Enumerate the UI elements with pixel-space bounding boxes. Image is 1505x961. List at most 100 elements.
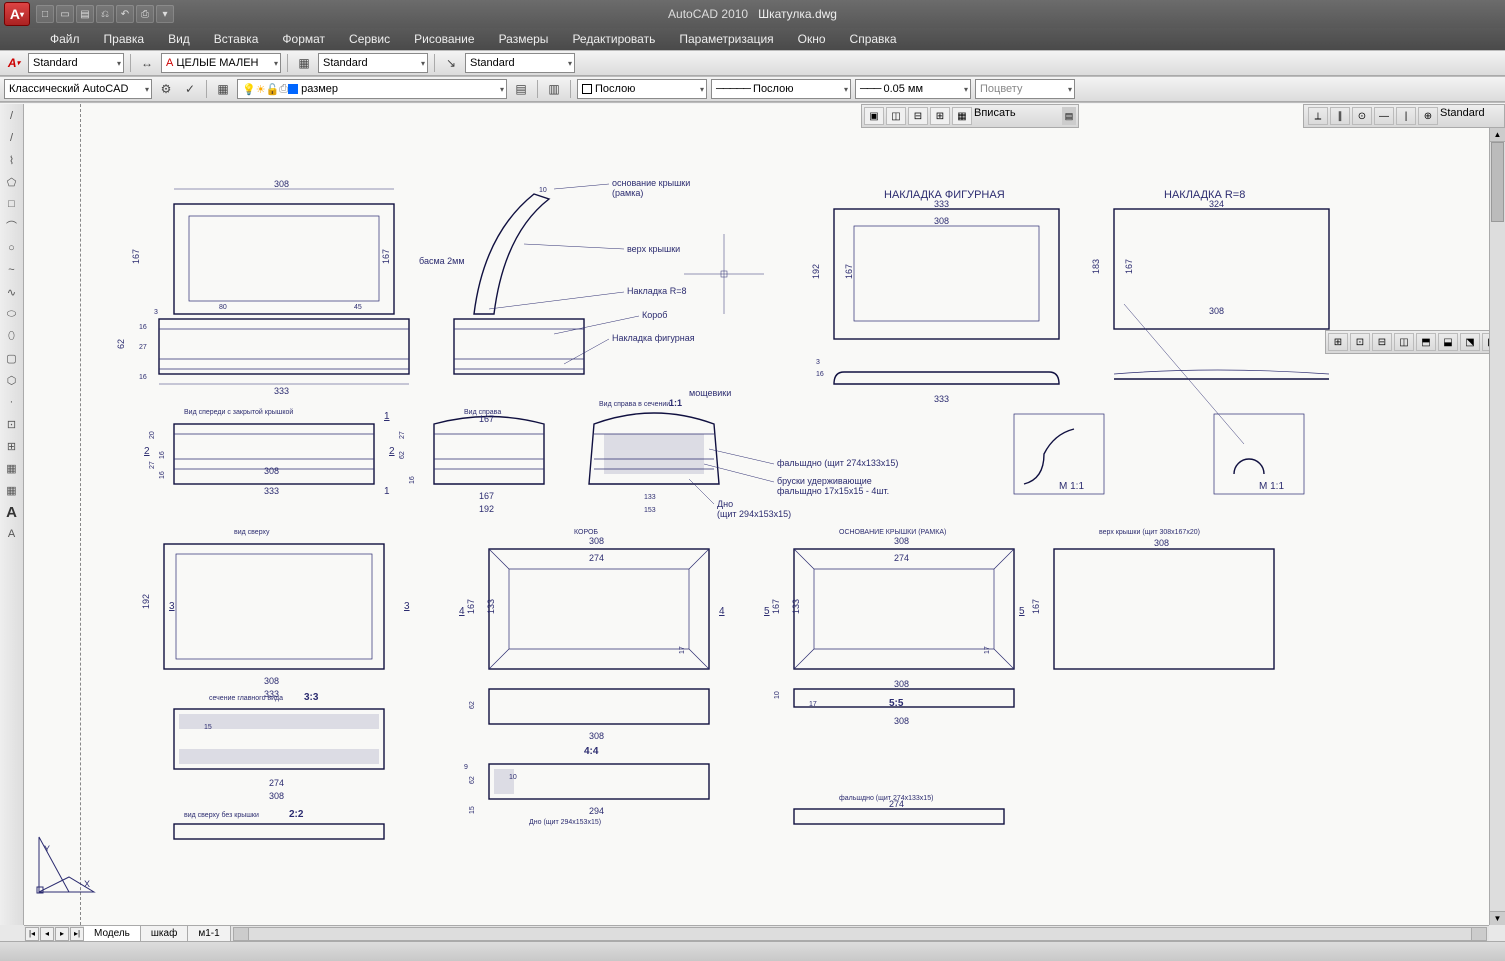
qat-new-icon[interactable]: □ — [36, 5, 54, 23]
table-icon[interactable]: ▦ — [2, 480, 22, 500]
con-tan-icon[interactable]: ⊙ — [1352, 107, 1372, 125]
tab-next-icon[interactable]: ▸ — [55, 927, 69, 941]
qat-save-icon[interactable]: ▤ — [76, 5, 94, 23]
dim-style-icon[interactable]: ↔ — [137, 53, 157, 73]
mleader-style-combo[interactable]: Standard — [465, 53, 575, 73]
text-style-icon[interactable]: A▾ — [4, 53, 24, 73]
text-icon[interactable]: A — [2, 524, 22, 544]
menu-file[interactable]: Файл — [40, 30, 90, 48]
menu-modify[interactable]: Редактировать — [562, 30, 665, 48]
svg-text:167: 167 — [466, 599, 476, 614]
qat-print-icon[interactable]: ⎙ — [136, 5, 154, 23]
con-horiz-icon[interactable]: — — [1374, 107, 1394, 125]
layer-combo[interactable]: 💡☀🔓⎙ размер — [237, 79, 507, 99]
workspace-combo[interactable]: Классический AutoCAD — [4, 79, 152, 99]
workspace-save-icon[interactable]: ✓ — [180, 79, 200, 99]
svg-text:153: 153 — [644, 507, 656, 514]
layer-iso-icon[interactable]: ▥ — [544, 79, 564, 99]
arc-icon[interactable]: ⌒ — [2, 216, 22, 236]
ellarc-icon[interactable]: ⬯ — [2, 326, 22, 346]
ellipse-icon[interactable]: ⬭ — [2, 304, 22, 324]
con-par-icon[interactable]: ∥ — [1330, 107, 1350, 125]
menu-help[interactable]: Справка — [840, 30, 907, 48]
view-se-icon[interactable]: ⬓ — [1438, 333, 1458, 351]
view-sw-icon[interactable]: ⬒ — [1416, 333, 1436, 351]
vertical-scrollbar[interactable]: ▲ ▼ — [1489, 128, 1505, 925]
menu-dimension[interactable]: Размеры — [489, 30, 559, 48]
qat-redo-icon[interactable]: ↶ — [116, 5, 134, 23]
insert-icon[interactable]: ▢ — [2, 348, 22, 368]
spline-icon[interactable]: ∿ — [2, 282, 22, 302]
view-side-icon[interactable]: ◫ — [1394, 333, 1414, 351]
svg-text:308: 308 — [1154, 538, 1169, 548]
qat-dropdown-icon[interactable]: ▾ — [156, 5, 174, 23]
drawing-area[interactable]: ▣ ◫ ⊟ ⊞ ▦ Вписать ▤ 308 333 167 62 80 45… — [24, 104, 1489, 925]
workspace-gear-icon[interactable]: ⚙ — [156, 79, 176, 99]
view-ne-icon[interactable]: ⬔ — [1460, 333, 1480, 351]
tab-prev-icon[interactable]: ◂ — [40, 927, 54, 941]
color-combo[interactable]: Послою — [577, 79, 707, 99]
view-front-icon[interactable]: ⊟ — [1372, 333, 1392, 351]
view-top-icon[interactable]: ⊡ — [1350, 333, 1370, 351]
con-combo[interactable]: Standard — [1440, 107, 1500, 125]
svg-text:Вид справа в сечении: Вид справа в сечении — [599, 401, 670, 408]
tab-first-icon[interactable]: |◂ — [25, 927, 39, 941]
con-fix-icon[interactable]: ⊕ — [1418, 107, 1438, 125]
drawing-content: 308 333 167 62 80 45 16 27 16 3 167 басм… — [24, 104, 1489, 924]
plotstyle-combo[interactable]: Поцвету — [975, 79, 1075, 99]
menu-tools[interactable]: Сервис — [339, 30, 400, 48]
menu-parametric[interactable]: Параметризация — [669, 30, 783, 48]
mleader-style-icon[interactable]: ↘ — [441, 53, 461, 73]
svg-text:16: 16 — [139, 374, 147, 381]
scroll-down-icon[interactable]: ▼ — [1490, 911, 1505, 925]
hatch-icon[interactable]: ⊡ — [2, 414, 22, 434]
layer-props-icon[interactable]: ▦ — [213, 79, 233, 99]
svg-text:167: 167 — [381, 249, 391, 264]
qat-undo-icon[interactable]: ⎌ — [96, 5, 114, 23]
svg-text:вид сверху: вид сверху — [234, 529, 270, 536]
con-perp-icon[interactable]: ⟂ — [1308, 107, 1328, 125]
gradient-icon[interactable]: ⊞ — [2, 436, 22, 456]
horizontal-scrollbar[interactable] — [233, 927, 1487, 941]
svg-text:62: 62 — [116, 339, 126, 349]
revcloud-icon[interactable]: ~ — [2, 260, 22, 280]
menu-window[interactable]: Окно — [788, 30, 836, 48]
app-menu-button[interactable]: A▾ — [4, 2, 30, 26]
layer-states-icon[interactable]: ▤ — [511, 79, 531, 99]
svg-text:басма 2мм: басма 2мм — [419, 256, 465, 266]
block-make-icon[interactable]: ⬡ — [2, 370, 22, 390]
tab-last-icon[interactable]: ▸| — [70, 927, 84, 941]
menu-draw[interactable]: Рисование — [404, 30, 484, 48]
svg-text:274: 274 — [889, 799, 904, 809]
point-icon[interactable]: · — [2, 392, 22, 412]
table-style-icon[interactable]: ▦ — [294, 53, 314, 73]
qat-open-icon[interactable]: ▭ — [56, 5, 74, 23]
tab-model[interactable]: Модель — [84, 926, 141, 942]
tab-layout1[interactable]: шкаф — [141, 926, 188, 942]
circle-icon[interactable]: ○ — [2, 238, 22, 258]
tab-layout2[interactable]: м1-1 — [188, 926, 230, 942]
svg-text:9: 9 — [464, 764, 468, 771]
polygon-icon[interactable]: ⬠ — [2, 172, 22, 192]
pline-icon[interactable]: ⌇ — [2, 150, 22, 170]
line-icon[interactable]: / — [2, 106, 22, 126]
linetype-combo[interactable]: ───── Послою — [711, 79, 851, 99]
scroll-up-icon[interactable]: ▲ — [1490, 128, 1505, 142]
svg-text:5:5: 5:5 — [889, 698, 904, 709]
view-iso-icon[interactable]: ⊞ — [1328, 333, 1348, 351]
cline-icon[interactable]: / — [2, 128, 22, 148]
region-icon[interactable]: ▦ — [2, 458, 22, 478]
con-vert-icon[interactable]: | — [1396, 107, 1416, 125]
menu-edit[interactable]: Правка — [94, 30, 155, 48]
menu-format[interactable]: Формат — [272, 30, 335, 48]
mtext-icon[interactable]: A — [2, 502, 22, 522]
menu-view[interactable]: Вид — [158, 30, 200, 48]
scroll-thumb[interactable] — [1491, 142, 1504, 222]
menu-insert[interactable]: Вставка — [204, 30, 269, 48]
text-style-combo[interactable]: Standard — [28, 53, 124, 73]
dim-style-combo[interactable]: A ЦЕЛЫЕ МАЛЕН — [161, 53, 281, 73]
rect-icon[interactable]: □ — [2, 194, 22, 214]
table-style-combo[interactable]: Standard — [318, 53, 428, 73]
lineweight-combo[interactable]: ─── 0.05 мм — [855, 79, 971, 99]
svg-text:10: 10 — [539, 187, 547, 194]
